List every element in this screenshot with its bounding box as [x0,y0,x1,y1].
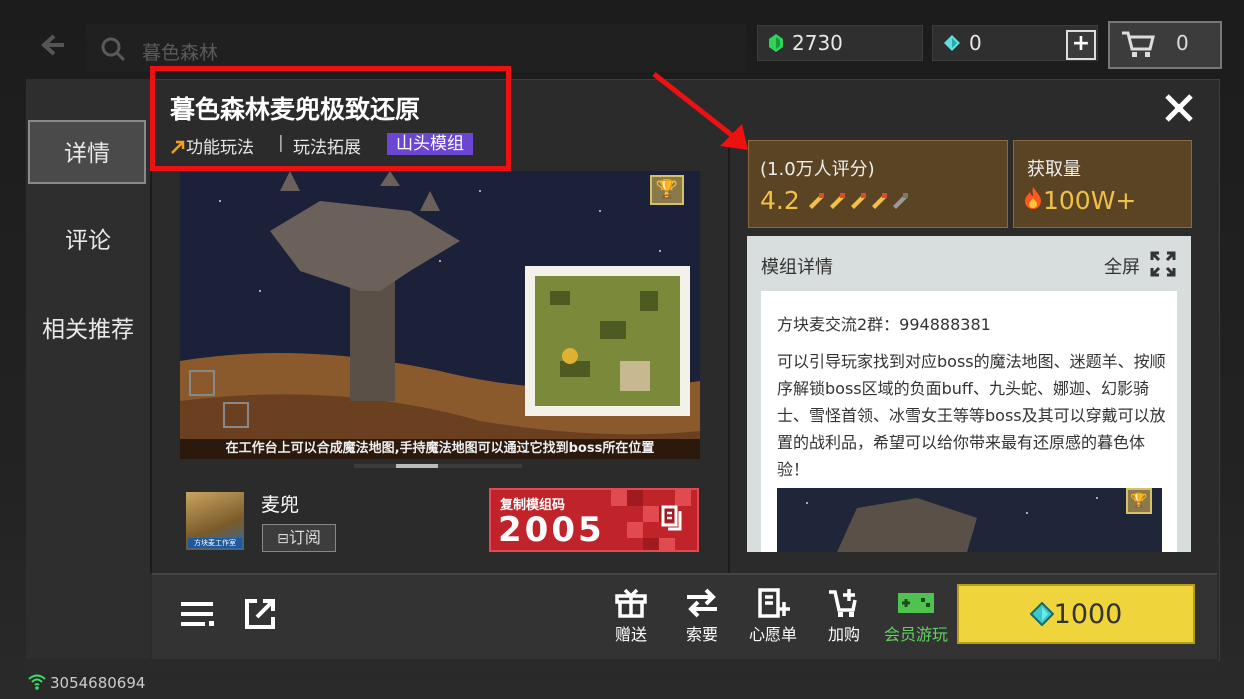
rating-count: (1.0万人评分) [760,159,875,180]
subscribe-label: 订阅 [288,528,321,547]
close-icon[interactable] [1164,93,1194,123]
mod-code: 2005 [498,510,605,550]
avatar-caption: 方块麦工作室 [188,538,242,548]
member-play-label: 会员游玩 [883,625,948,644]
diamond-icon [1029,602,1054,626]
carousel-active-dot [396,464,438,468]
cart-button[interactable] [1108,21,1222,69]
fullscreen-icon[interactable] [1150,251,1176,277]
diamond-count: 0 [969,31,982,55]
add-cart-button[interactable]: 加购 [814,588,874,645]
fullscreen-button[interactable]: 全屏 [1104,253,1140,279]
gift-label: 赠送 [614,625,647,644]
subscribe-icon: ⊟ [277,531,289,547]
share-icon[interactable] [243,597,277,631]
menu-icon[interactable] [181,599,215,629]
emerald-icon [769,34,783,52]
search-input[interactable]: 暮色森林 [142,38,218,65]
download-label: 获取量 [1027,159,1081,180]
rating-star [893,193,908,209]
rating-star [830,193,845,209]
diamond-icon [944,35,960,51]
detail-image [777,488,1162,552]
rating-star [851,193,866,209]
member-play-button[interactable]: 会员游玩 [880,588,952,645]
trophy-icon: 🏆 [650,175,684,205]
wishlist-label: 心愿单 [748,625,797,644]
divider [728,140,730,573]
copy-icon [660,505,686,531]
subscribe-button[interactable]: ⊟订阅 [262,524,336,552]
rating-stars [806,190,916,210]
author-name[interactable]: 麦兜 [261,490,299,517]
swap-icon [687,588,717,618]
preview-image[interactable] [180,171,700,459]
emerald-count: 2730 [792,31,843,55]
author-avatar[interactable]: 方块麦工作室 [186,492,244,550]
search-icon [100,36,126,62]
buy-button[interactable]: 1000 [957,584,1195,644]
cart-count: 0 [1176,31,1189,55]
sidebar-item-details[interactable]: 详情 [28,120,146,184]
device-id: 3054680694 [50,674,146,692]
background-strip [26,659,1218,673]
rating-star [872,193,887,209]
request-button[interactable]: 索要 [672,588,732,645]
flame-icon [1024,186,1042,210]
wishlist-icon [758,588,790,618]
carousel-pager [354,464,522,468]
sidebar-item-comments[interactable]: 评论 [28,209,148,273]
download-count: 100W+ [1043,186,1137,215]
rating-value: 4.2 [760,186,800,215]
trophy-icon: 🏆 [1126,488,1152,514]
gift-icon [615,588,647,618]
price-label: 1000 [1053,598,1123,630]
add-cart-icon [829,589,857,617]
wifi-icon [28,674,46,690]
back-arrow-icon[interactable] [34,30,74,60]
preview-caption: 在工作台上可以合成魔法地图,手持魔法地图可以通过它找到boss所在位置 [180,439,700,459]
gift-button[interactable]: 赠送 [601,588,661,645]
annotation-arrow-icon [650,70,760,160]
request-label: 索要 [685,625,718,644]
wishlist-button[interactable]: 心愿单 [743,588,803,645]
recharge-plus-button[interactable]: + [1066,30,1096,60]
detail-description: 可以引导玩家找到对应boss的魔法地图、迷题羊、按顺序解锁boss区域的负面bu… [777,352,1166,479]
add-cart-label: 加购 [827,625,860,644]
rating-star [809,193,824,209]
sidebar-item-recommend[interactable]: 相关推荐 [28,298,148,362]
detail-group-line: 方块麦交流2群：994888381 [777,315,991,334]
gamepad-icon [898,593,934,613]
mod-detail-title: 模组详情 [761,257,833,278]
cart-icon [1122,31,1155,57]
highlight-box [150,66,511,171]
emerald-balance: 2730 [757,25,923,61]
